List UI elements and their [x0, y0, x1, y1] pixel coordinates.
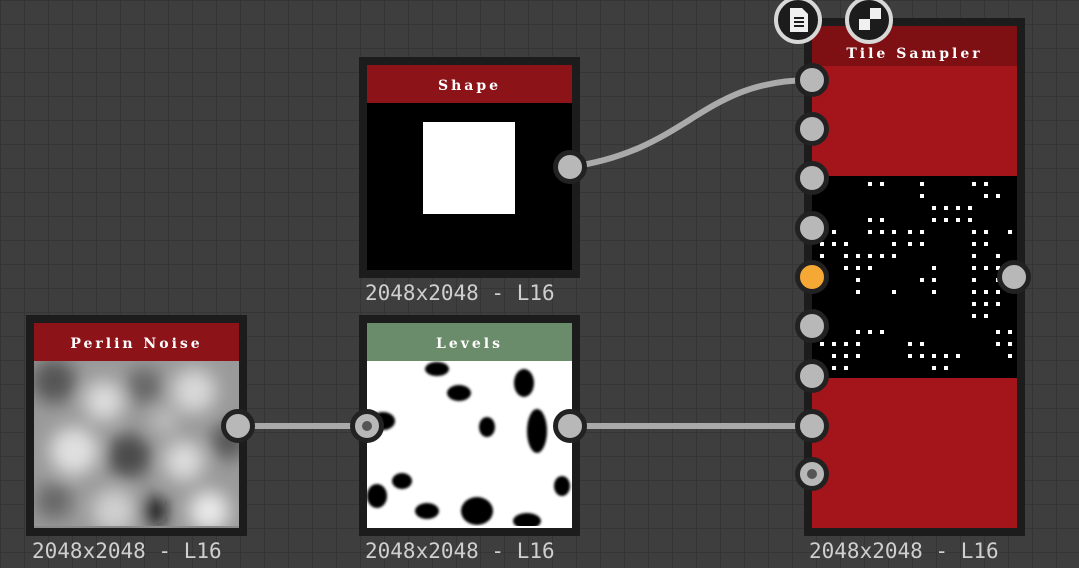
shape-resolution: 2048x2048 - L16 — [365, 281, 555, 305]
perlin-thumbnail — [34, 361, 239, 528]
tile-sampler-input-port-7[interactable] — [795, 359, 829, 393]
wire-shape-to-tile — [569, 77, 813, 170]
tile-sampler-input-port-5[interactable] — [795, 260, 829, 294]
shape-output-port[interactable] — [553, 150, 587, 184]
tile-sampler-input-port-4[interactable] — [795, 211, 829, 245]
perlin-noise-node[interactable]: Perlin Noise — [26, 315, 247, 536]
tile-sampler-resolution: 2048x2048 - L16 — [809, 539, 999, 563]
document-icon[interactable] — [774, 0, 822, 44]
perlin-texture — [34, 361, 239, 528]
node-title: Shape — [367, 65, 572, 103]
tile-sampler-output-port[interactable] — [997, 260, 1031, 294]
tile-sampler-node[interactable]: Tile Sampler — [804, 18, 1025, 536]
levels-texture — [367, 361, 572, 528]
tile-sampler-input-port-8[interactable] — [795, 409, 829, 443]
shape-node[interactable]: Shape — [359, 57, 580, 278]
checker-icon[interactable] — [845, 0, 893, 44]
levels-output-port[interactable] — [553, 409, 587, 443]
shape-thumbnail — [367, 103, 572, 270]
document-glyph — [790, 8, 808, 32]
node-title: Levels — [367, 323, 572, 361]
levels-resolution: 2048x2048 - L16 — [365, 539, 555, 563]
tile-sampler-thumbnail — [812, 176, 1017, 378]
tile-sampler-input-port-1[interactable] — [795, 63, 829, 97]
tile-sampler-input-port-9[interactable] — [795, 457, 829, 491]
perlin-output-port[interactable] — [221, 409, 255, 443]
levels-node[interactable]: Levels — [359, 315, 580, 536]
levels-input-port[interactable] — [350, 409, 384, 443]
node-title: Perlin Noise — [34, 323, 239, 361]
tile-sampler-input-port-2[interactable] — [795, 112, 829, 146]
tile-pattern — [820, 182, 1012, 370]
tile-sampler-input-port-6[interactable] — [795, 309, 829, 343]
tile-sampler-input-port-3[interactable] — [795, 161, 829, 195]
checker-glyph — [859, 8, 881, 30]
node-title: Tile Sampler — [812, 26, 1017, 66]
white-square — [423, 122, 515, 214]
levels-thumbnail — [367, 361, 572, 528]
perlin-resolution: 2048x2048 - L16 — [32, 539, 222, 563]
